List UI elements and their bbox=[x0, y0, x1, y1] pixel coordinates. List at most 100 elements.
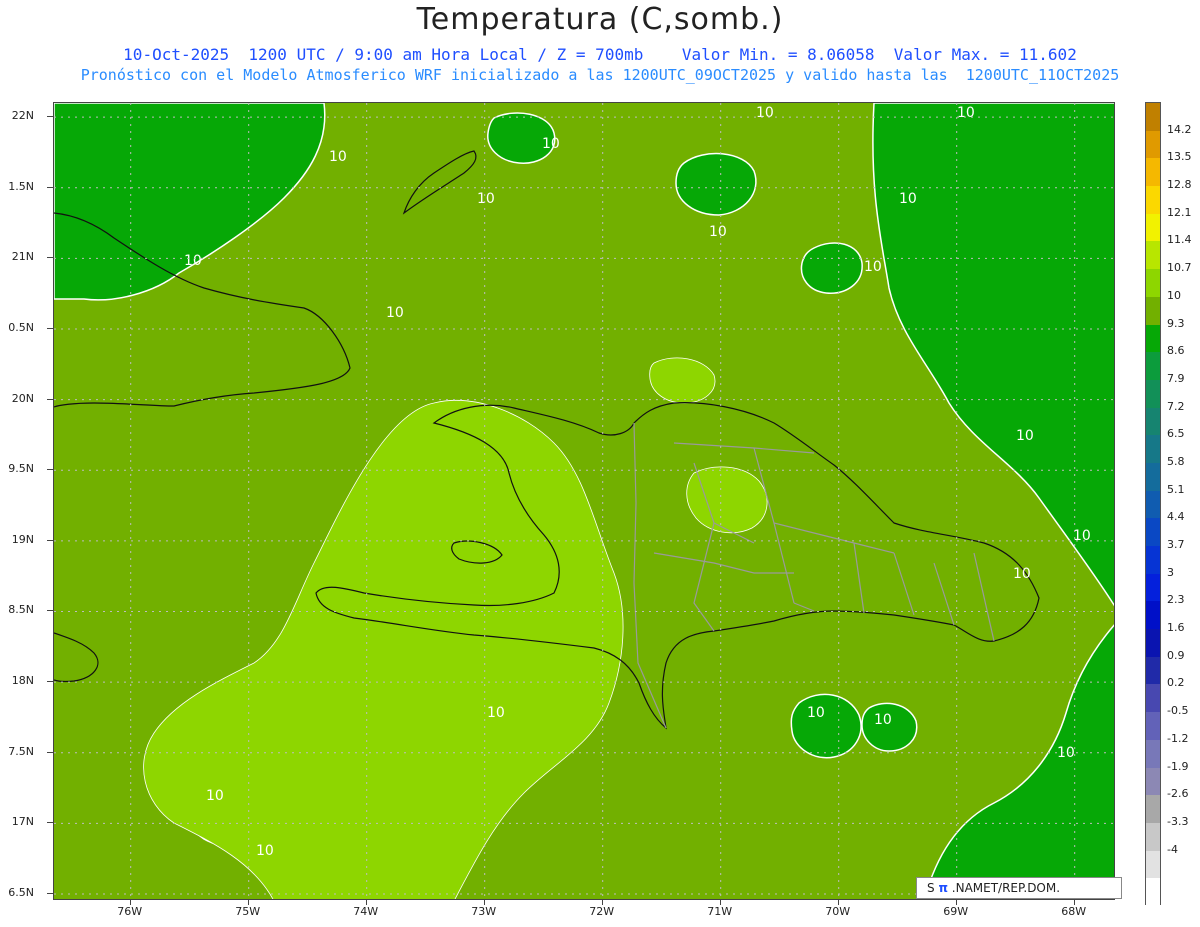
lon-tick bbox=[1073, 900, 1075, 905]
lon-tick-label: 75W bbox=[235, 905, 261, 918]
temperature-map[interactable]: 10 10 10 10 10 10 10 10 10 10 10 10 10 1… bbox=[53, 102, 1115, 900]
colorbar-segment bbox=[1146, 352, 1160, 381]
lon-tick bbox=[129, 900, 131, 905]
contour-label: 10 bbox=[542, 136, 560, 152]
colorbar-label: 12.8 bbox=[1167, 178, 1192, 192]
colorbar-label: 5.1 bbox=[1167, 482, 1185, 496]
lon-tick-label: 69W bbox=[943, 905, 969, 918]
colorbar-segment bbox=[1146, 130, 1160, 159]
contour-label: 10 bbox=[184, 253, 202, 269]
colorbar-segment bbox=[1146, 379, 1160, 409]
lon-tick-label: 76W bbox=[117, 905, 143, 918]
colorbar-label: 8.6 bbox=[1167, 344, 1185, 358]
lat-tick-label: 7.5N bbox=[8, 744, 34, 758]
lon-tick bbox=[719, 900, 721, 905]
lon-tick bbox=[955, 900, 957, 905]
colorbar-label: 5.8 bbox=[1167, 454, 1185, 468]
contour-label: 10 bbox=[1073, 528, 1091, 544]
credit-text: .NAMET/REP.DOM. bbox=[951, 881, 1061, 895]
credit-logo-glyph: π bbox=[938, 881, 948, 895]
colorbar-segment bbox=[1146, 573, 1160, 602]
lat-tick-label: 8.5N bbox=[8, 603, 34, 617]
contour-label: 10 bbox=[1016, 428, 1034, 444]
colorbar-segment bbox=[1146, 324, 1160, 353]
colorbar-label: 13.5 bbox=[1167, 150, 1192, 164]
colorbar-label: 7.2 bbox=[1167, 399, 1185, 413]
map-canvas: 10 10 10 10 10 10 10 10 10 10 10 10 10 1… bbox=[54, 103, 1114, 899]
colorbar-label: 7.9 bbox=[1167, 371, 1185, 385]
colorbar-segment bbox=[1146, 739, 1160, 769]
colorbar-segment bbox=[1146, 601, 1160, 630]
contour-label: 10 bbox=[256, 843, 274, 859]
colorbar-segment bbox=[1146, 407, 1160, 436]
forecast-info-line: Pronóstico con el Modelo Atmosferico WRF… bbox=[80, 66, 1120, 84]
colorbar-segment bbox=[1146, 213, 1160, 242]
colorbar-label: -0.5 bbox=[1167, 704, 1189, 718]
colorbar-segment bbox=[1146, 186, 1160, 215]
lat-tick bbox=[47, 257, 53, 259]
lat-tick-label: 17N bbox=[11, 815, 34, 829]
lon-tick bbox=[247, 900, 249, 905]
lat-tick-label: 22N bbox=[11, 109, 34, 123]
colorbar-segment bbox=[1146, 490, 1160, 519]
colorbar-segment bbox=[1146, 518, 1160, 547]
colorbar-label: 3 bbox=[1167, 565, 1174, 579]
colorbar-label: -4 bbox=[1167, 842, 1178, 856]
lat-tick-label: 0.5N bbox=[8, 320, 34, 334]
contour-label: 10 bbox=[1013, 566, 1031, 582]
lon-tick-label: 73W bbox=[471, 905, 497, 918]
colorbar-segment bbox=[1146, 795, 1160, 824]
contour-label: 10 bbox=[386, 305, 404, 321]
lat-tick bbox=[47, 116, 53, 118]
colorbar-segment bbox=[1146, 546, 1160, 575]
lon-tick bbox=[365, 900, 367, 905]
lat-tick-label: 19N bbox=[11, 532, 34, 546]
colorbar-segment bbox=[1146, 878, 1160, 907]
colorbar-label: 10 bbox=[1167, 288, 1181, 302]
cool-region-north-3 bbox=[800, 242, 863, 294]
lat-tick-label: 9.5N bbox=[8, 462, 34, 476]
lat-tick bbox=[47, 327, 53, 329]
colorbar-label: 11.4 bbox=[1167, 233, 1192, 247]
colorbar-segment bbox=[1146, 629, 1160, 658]
lon-tick bbox=[837, 900, 839, 905]
lon-tick-label: 68W bbox=[1061, 905, 1087, 918]
lat-tick-label: 6.5N bbox=[8, 885, 34, 899]
colorbar-segment bbox=[1146, 435, 1160, 464]
colorbar-label: 10.7 bbox=[1167, 261, 1192, 275]
lon-tick-label: 72W bbox=[589, 905, 615, 918]
contour-label: 10 bbox=[206, 788, 224, 804]
contour-label: 10 bbox=[899, 191, 917, 207]
colorbar-segment bbox=[1146, 296, 1160, 325]
colorbar-label: -1.2 bbox=[1167, 731, 1189, 745]
colorbar-segment bbox=[1146, 103, 1160, 132]
contour-label: 10 bbox=[957, 105, 975, 121]
lat-tick-label: 18N bbox=[11, 674, 34, 688]
lon-tick bbox=[601, 900, 603, 905]
colorbar-label: -2.6 bbox=[1167, 787, 1189, 801]
contour-label: 10 bbox=[874, 712, 892, 728]
lat-tick bbox=[47, 681, 53, 683]
lon-tick bbox=[483, 900, 485, 905]
contour-label: 10 bbox=[864, 259, 882, 275]
contour-label: 10 bbox=[1057, 745, 1075, 761]
lat-tick bbox=[47, 751, 53, 753]
lat-tick bbox=[47, 892, 53, 894]
colorbar-label: 0.9 bbox=[1167, 648, 1185, 662]
contour-label: 10 bbox=[329, 149, 347, 165]
colorbar-segment bbox=[1146, 656, 1160, 685]
cool-region-south-1 bbox=[790, 693, 862, 759]
lon-tick-label: 74W bbox=[353, 905, 379, 918]
colorbar-segment bbox=[1146, 684, 1160, 713]
contour-label: 10 bbox=[807, 705, 825, 721]
colorbar-label: 0.2 bbox=[1167, 676, 1185, 690]
colorbar-segment bbox=[1146, 822, 1160, 852]
colorbar-segment bbox=[1146, 158, 1160, 187]
lat-tick-label: 21N bbox=[11, 250, 34, 264]
colorbar-label: 3.7 bbox=[1167, 538, 1185, 552]
colorbar-segment bbox=[1146, 462, 1160, 492]
colorbar-label: -3.3 bbox=[1167, 814, 1189, 828]
lat-tick bbox=[47, 539, 53, 541]
colorbar-label: 14.2 bbox=[1167, 122, 1192, 136]
contour-label: 10 bbox=[709, 224, 727, 240]
